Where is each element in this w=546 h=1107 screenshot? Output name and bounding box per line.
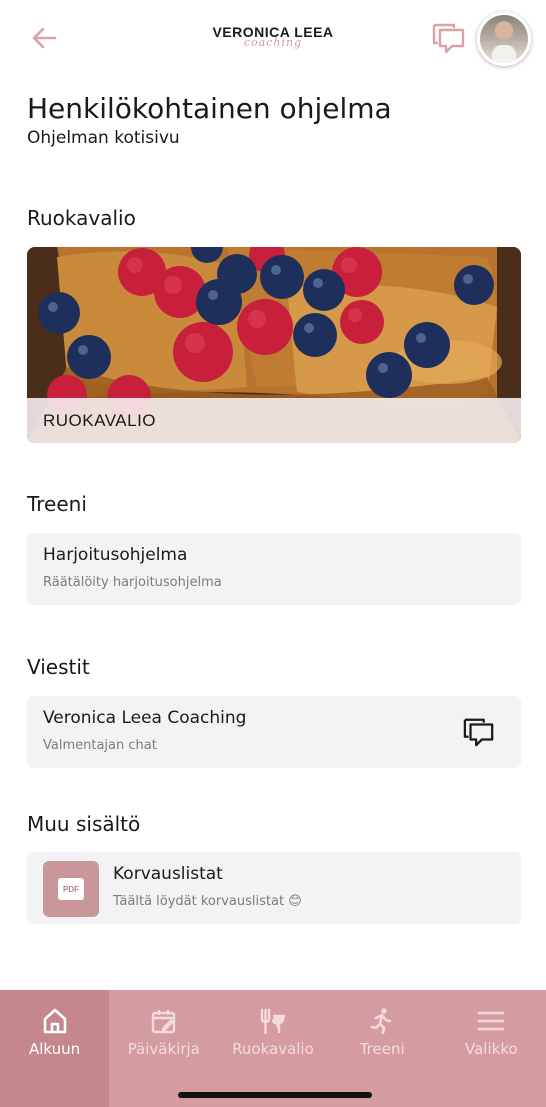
nav-item-diet[interactable]: Ruokavalio [218,990,327,1107]
home-indicator [178,1092,372,1098]
training-program-card[interactable]: Harjoitusohjelma Räätälöity harjoitusohj… [27,533,521,605]
fork-knife-icon [258,1006,288,1036]
coach-chat-card[interactable]: Veronica Leea Coaching Valmentajan chat [27,696,521,768]
avatar[interactable] [477,12,531,66]
chat-bubbles-icon [432,23,465,54]
chat-bubbles-icon [463,718,494,747]
nav-label-menu: Valikko [465,1040,518,1058]
section-heading-other: Muu sisältö [27,812,141,836]
calendar-edit-icon [149,1006,179,1036]
nav-item-home[interactable]: Alkuun [0,990,110,1107]
home-icon [40,1006,70,1036]
chat-card-title: Veronica Leea Coaching [43,708,247,728]
training-card-title: Harjoitusohjelma [43,545,188,565]
chat-card-subtitle: Valmentajan chat [43,738,157,753]
pdf-thumbnail: PDF [43,861,99,917]
substitution-list-card[interactable]: PDF Korvauslistat Täältä löydät korvausl… [27,852,521,924]
page-subtitle: Ohjelman kotisivu [27,128,180,148]
menu-icon [476,1006,506,1036]
nav-label-diet: Ruokavalio [232,1040,314,1058]
page-title: Henkilökohtainen ohjelma [27,92,392,125]
substitution-card-subtitle: Täältä löydät korvauslistat 😊 [113,894,302,909]
chat-button[interactable] [432,22,466,54]
section-heading-training: Treeni [27,492,87,516]
section-heading-diet: Ruokavalio [27,206,136,230]
section-heading-messages: Viestit [27,655,90,679]
diet-card-label: RUOKAVALIO [43,410,157,430]
nav-label-training: Treeni [359,1040,405,1058]
nav-item-training[interactable]: Treeni [328,990,437,1107]
nav-item-diary[interactable]: Päiväkirja [109,990,218,1107]
diet-card-label-bar: RUOKAVALIO [27,398,521,443]
nav-item-menu[interactable]: Valikko [437,990,546,1107]
nav-label-home: Alkuun [29,1040,81,1058]
training-card-subtitle: Räätälöity harjoitusohjelma [43,575,222,590]
diet-card[interactable]: RUOKAVALIO [27,247,521,443]
substitution-card-title: Korvauslistat [113,864,223,884]
bottom-navigation: Alkuun Päiväkirja Ruokavalio Treeni Vali… [0,990,546,1107]
pdf-icon: PDF [58,878,84,900]
running-icon [367,1006,397,1036]
nav-label-diary: Päiväkirja [127,1040,200,1058]
app-header: VERONICA LEEA coaching [0,0,546,80]
